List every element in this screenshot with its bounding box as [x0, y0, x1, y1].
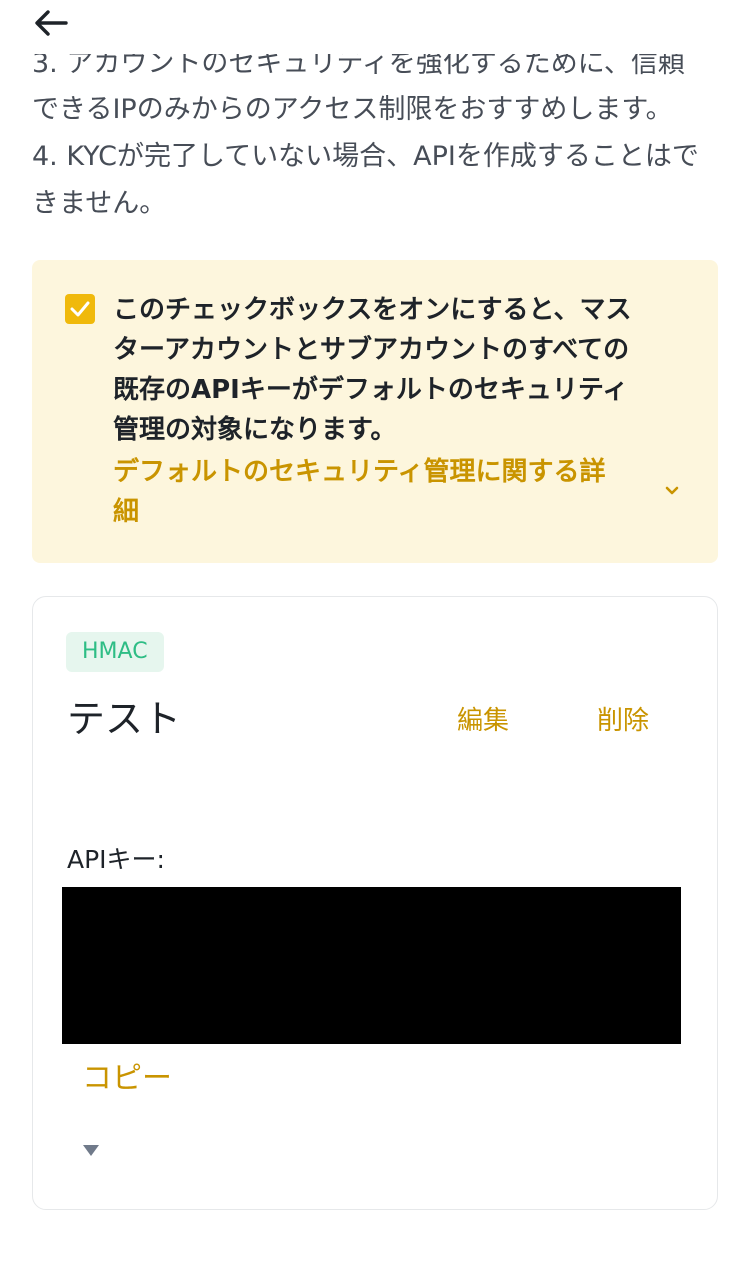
note-item-4-line2: きません。 [32, 188, 167, 219]
caret-down-icon[interactable] [81, 1143, 101, 1159]
notice-text-line: このチェックボックスをオンにすると、マス [113, 295, 632, 325]
delete-button[interactable]: 削除 [597, 701, 649, 741]
note-item-4-line1: 4. KYCが完了していない場合、APIを作成することはで [32, 141, 699, 172]
api-key-label: APIキー: [67, 845, 165, 874]
api-type-tag: HMAC [66, 632, 164, 672]
api-key-card: HMAC テスト 編集 削除 APIキー: コピー [32, 596, 718, 1210]
default-security-notice: このチェックボックスをオンにすると、マス ターアカウントとサブアカウントのすべて… [32, 260, 718, 563]
note-item-3-line1: 3. アカウントのセキュリティを強化するために、信頼 [32, 54, 685, 79]
notice-text: このチェックボックスをオンにすると、マス ターアカウントとサブアカウントのすべて… [113, 290, 683, 450]
notice-text-line: ターアカウントとサブアカウントのすべての [113, 335, 630, 365]
checkmark-icon [70, 301, 90, 317]
api-key-value-redacted [62, 887, 681, 1044]
security-details-link[interactable]: デフォルトのセキュリティ管理に関する詳 細 [113, 452, 658, 532]
api-key-name: テスト [67, 697, 182, 741]
note-item-3-line2: できるIPのみからのアクセス制限をおすすめします。 [32, 94, 673, 125]
api-notes: 3. アカウントのセキュリティを強化するために、信頼 できるIPのみからのアクセ… [32, 54, 732, 227]
notice-text-line: 既存のAPIキーがデフォルトのセキュリティ [113, 375, 629, 405]
back-button[interactable] [34, 6, 74, 40]
edit-button[interactable]: 編集 [457, 701, 509, 741]
copy-button[interactable]: コピー [82, 1059, 172, 1099]
security-details-link-line: デフォルトのセキュリティ管理に関する詳 [113, 457, 606, 487]
notice-text-line: 管理の対象になります。 [113, 415, 397, 445]
arrow-left-icon [35, 10, 68, 36]
security-details-link-line: 細 [113, 497, 140, 527]
default-security-checkbox[interactable] [65, 294, 95, 324]
chevron-down-icon[interactable] [660, 478, 684, 502]
